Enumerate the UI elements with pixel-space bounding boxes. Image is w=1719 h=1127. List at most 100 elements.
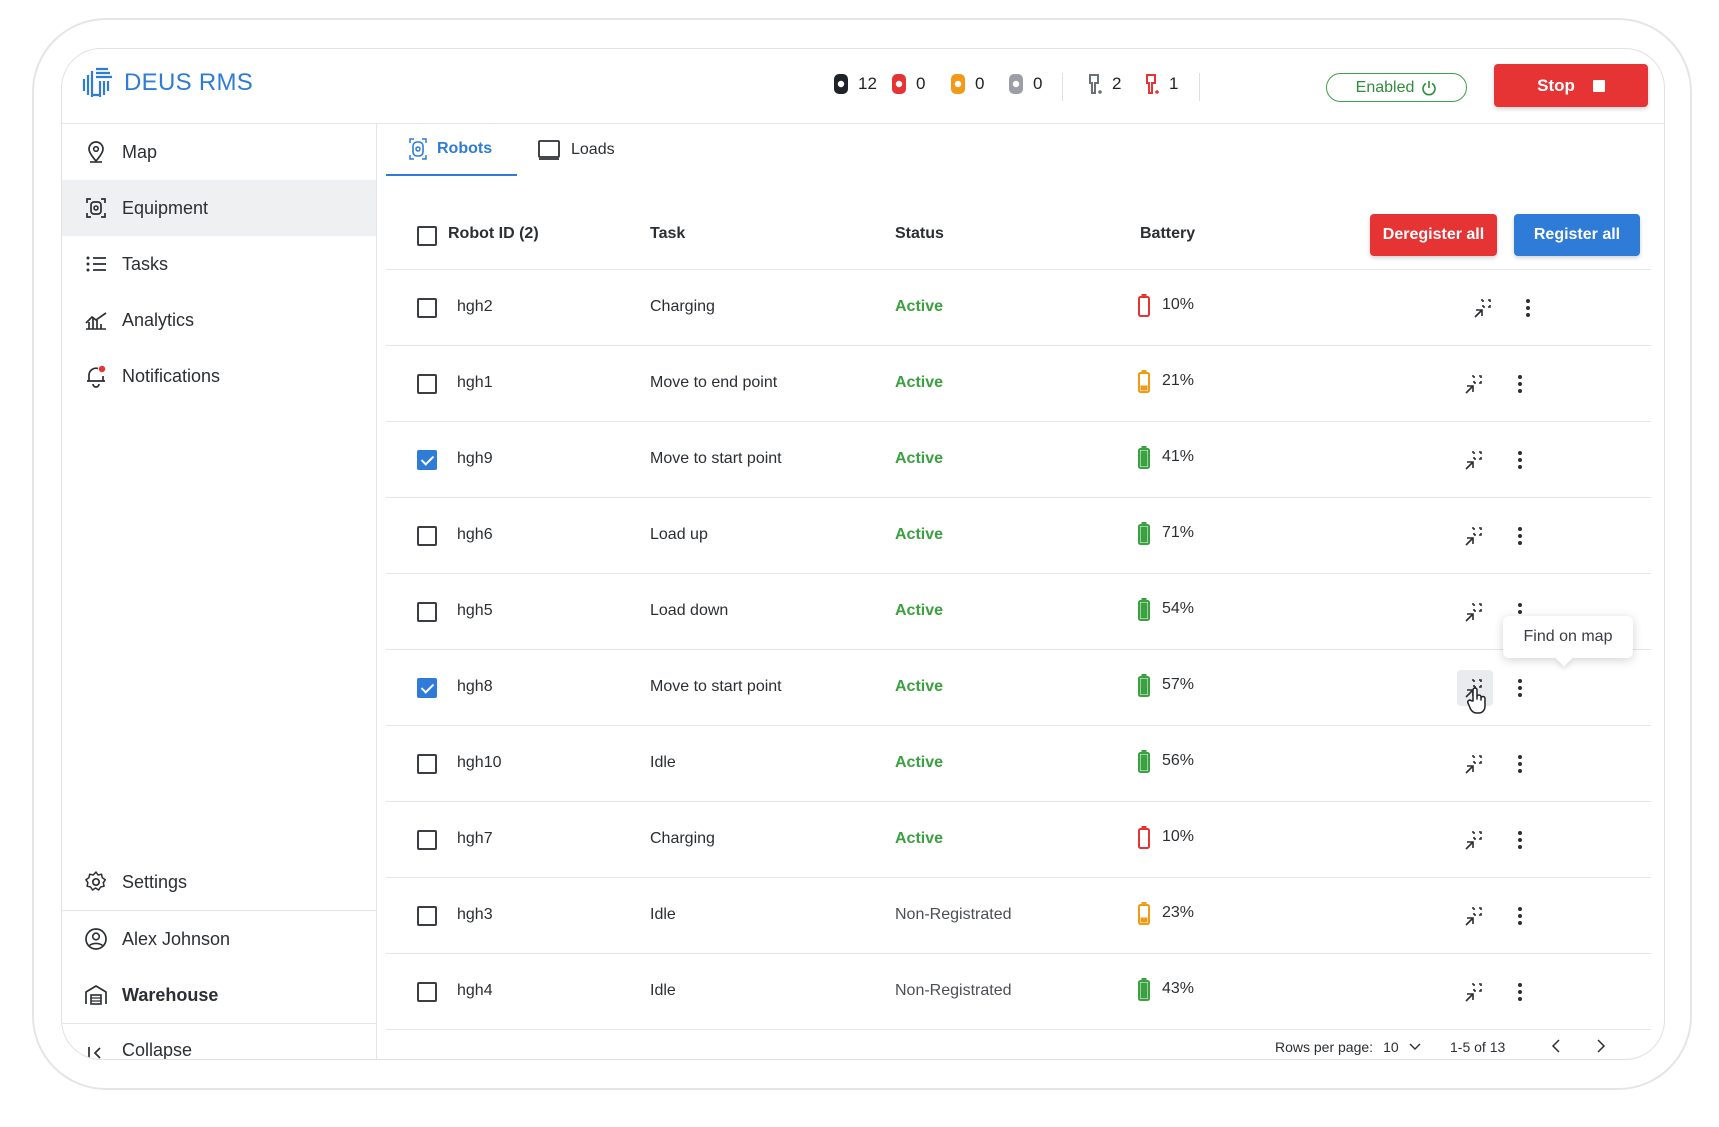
more-actions-button[interactable] <box>1502 366 1538 402</box>
robot-id[interactable]: hgh7 <box>457 830 493 848</box>
more-actions-button[interactable] <box>1510 290 1546 326</box>
more-actions-button[interactable] <box>1502 974 1538 1010</box>
more-actions-button[interactable] <box>1502 670 1538 706</box>
register-all-button[interactable]: Register all <box>1514 214 1640 256</box>
row-checkbox[interactable] <box>417 374 437 394</box>
chevron-left-icon <box>1551 1039 1560 1053</box>
column-status[interactable]: Status <box>895 225 944 243</box>
row-checkbox[interactable] <box>417 298 437 318</box>
robot-id[interactable]: hgh8 <box>457 678 493 696</box>
stat-chargers[interactable]: 2 <box>1087 73 1121 95</box>
table-row[interactable]: hgh9 Move to start point Active 41% <box>386 422 1651 498</box>
robot-id[interactable]: hgh9 <box>457 450 493 468</box>
find-on-map-button[interactable] <box>1457 822 1493 858</box>
table-row[interactable]: hgh4 Idle Non-Registrated 43% <box>386 954 1651 1030</box>
table-row[interactable]: hgh1 Move to end point Active 21% <box>386 346 1651 422</box>
robot-id[interactable]: hgh4 <box>457 982 493 1000</box>
row-checkbox[interactable] <box>417 830 437 850</box>
row-checkbox[interactable] <box>417 450 437 470</box>
robot-id[interactable]: hgh3 <box>457 906 493 924</box>
stat-robots-warning[interactable]: 0 <box>950 73 984 95</box>
sidebar-item-equipment[interactable]: Equipment <box>62 180 376 236</box>
table-row[interactable]: hgh7 Charging Active 10% <box>386 802 1651 878</box>
robot-black-icon <box>834 74 848 94</box>
robot-id[interactable]: hgh5 <box>457 602 493 620</box>
robot-id[interactable]: hgh6 <box>457 526 493 544</box>
find-on-map-icon <box>1464 905 1486 927</box>
prev-page-button[interactable] <box>1551 1039 1561 1053</box>
row-checkbox[interactable] <box>417 906 437 926</box>
battery-percent: 21% <box>1162 372 1195 389</box>
more-actions-button[interactable] <box>1502 746 1538 782</box>
stop-button[interactable]: Stop <box>1494 64 1648 107</box>
warehouse-selector[interactable]: Warehouse <box>62 967 376 1023</box>
select-all-checkbox[interactable] <box>417 226 437 246</box>
more-actions-button[interactable] <box>1502 898 1538 934</box>
find-on-map-button[interactable] <box>1457 974 1493 1010</box>
row-checkbox[interactable] <box>417 982 437 1002</box>
find-on-map-button[interactable] <box>1457 746 1493 782</box>
row-checkbox[interactable] <box>417 678 437 698</box>
robot-orange-icon <box>951 74 965 94</box>
battery-indicator: 56% <box>1138 749 1194 773</box>
row-checkbox[interactable] <box>417 602 437 622</box>
robot-task: Load up <box>650 526 708 543</box>
sidebar-item-settings[interactable]: Settings <box>62 854 376 910</box>
column-battery[interactable]: Battery <box>1140 225 1195 243</box>
app-logo[interactable]: DEUS RMS <box>80 65 253 101</box>
stat-robots-total[interactable]: 12 <box>833 73 877 95</box>
next-page-button[interactable] <box>1596 1039 1606 1053</box>
table-row[interactable]: hgh3 Idle Non-Registrated 23% <box>386 878 1651 954</box>
battery-percent: 41% <box>1162 448 1195 465</box>
find-on-map-button[interactable] <box>1457 442 1493 478</box>
find-on-map-button[interactable] <box>1457 898 1493 934</box>
row-checkbox[interactable] <box>417 526 437 546</box>
find-on-map-button[interactable] <box>1466 290 1502 326</box>
enabled-toggle[interactable]: Enabled <box>1326 73 1467 102</box>
table-row[interactable]: hgh6 Load up Active 71% <box>386 498 1651 574</box>
deregister-all-button[interactable]: Deregister all <box>1370 214 1497 256</box>
user-profile[interactable]: Alex Johnson <box>62 911 376 967</box>
robot-task: Idle <box>650 982 676 999</box>
battery-icon <box>1138 978 1150 1001</box>
robot-id[interactable]: hgh2 <box>457 298 493 316</box>
rows-per-page[interactable]: Rows per page: 10 <box>1275 1039 1421 1055</box>
collapse-button[interactable]: Collapse <box>62 1030 376 1059</box>
row-checkbox[interactable] <box>417 754 437 774</box>
stop-icon <box>1592 79 1605 92</box>
robot-id[interactable]: hgh1 <box>457 374 493 392</box>
sidebar-item-notifications[interactable]: Notifications <box>62 348 376 404</box>
find-on-map-button[interactable] <box>1457 518 1493 554</box>
table-row[interactable]: hgh2 Charging Active 10% <box>386 270 1651 346</box>
battery-indicator: 23% <box>1138 901 1194 925</box>
more-actions-button[interactable] <box>1502 442 1538 478</box>
find-on-map-icon <box>1464 753 1486 775</box>
find-on-map-button[interactable] <box>1457 594 1493 630</box>
battery-indicator: 10% <box>1138 825 1194 849</box>
sidebar-item-tasks[interactable]: Tasks <box>62 236 376 292</box>
battery-indicator: 10% <box>1138 293 1194 317</box>
find-on-map-icon <box>1464 601 1486 623</box>
table-row[interactable]: hgh8 Move to start point Active 57% <box>386 650 1651 726</box>
table-row[interactable]: hgh10 Idle Active 56% <box>386 726 1651 802</box>
tab-robots[interactable]: Robots <box>386 124 517 176</box>
sidebar-item-map[interactable]: Map <box>62 124 376 180</box>
sidebar-item-analytics[interactable]: Analytics <box>62 292 376 348</box>
battery-percent: 56% <box>1162 752 1195 769</box>
stat-robots-offline[interactable]: 0 <box>1008 73 1042 95</box>
more-actions-button[interactable] <box>1502 822 1538 858</box>
kebab-menu-icon <box>1518 983 1522 1001</box>
find-on-map-button[interactable] <box>1457 366 1493 402</box>
find-on-map-button[interactable] <box>1457 670 1493 706</box>
table-row[interactable]: hgh5 Load down Active 54% <box>386 574 1651 650</box>
battery-percent: 10% <box>1162 296 1195 313</box>
stat-robots-error[interactable]: 0 <box>891 73 925 95</box>
tab-loads[interactable]: Loads <box>537 124 637 176</box>
robot-id[interactable]: hgh10 <box>457 754 502 772</box>
sidebar-divider <box>62 1023 376 1024</box>
column-robot-id[interactable]: Robot ID (2) <box>448 225 539 243</box>
stat-chargers-error[interactable]: 1 <box>1144 73 1178 95</box>
robot-status: Active <box>895 602 944 619</box>
column-task[interactable]: Task <box>650 225 685 243</box>
more-actions-button[interactable] <box>1502 518 1538 554</box>
